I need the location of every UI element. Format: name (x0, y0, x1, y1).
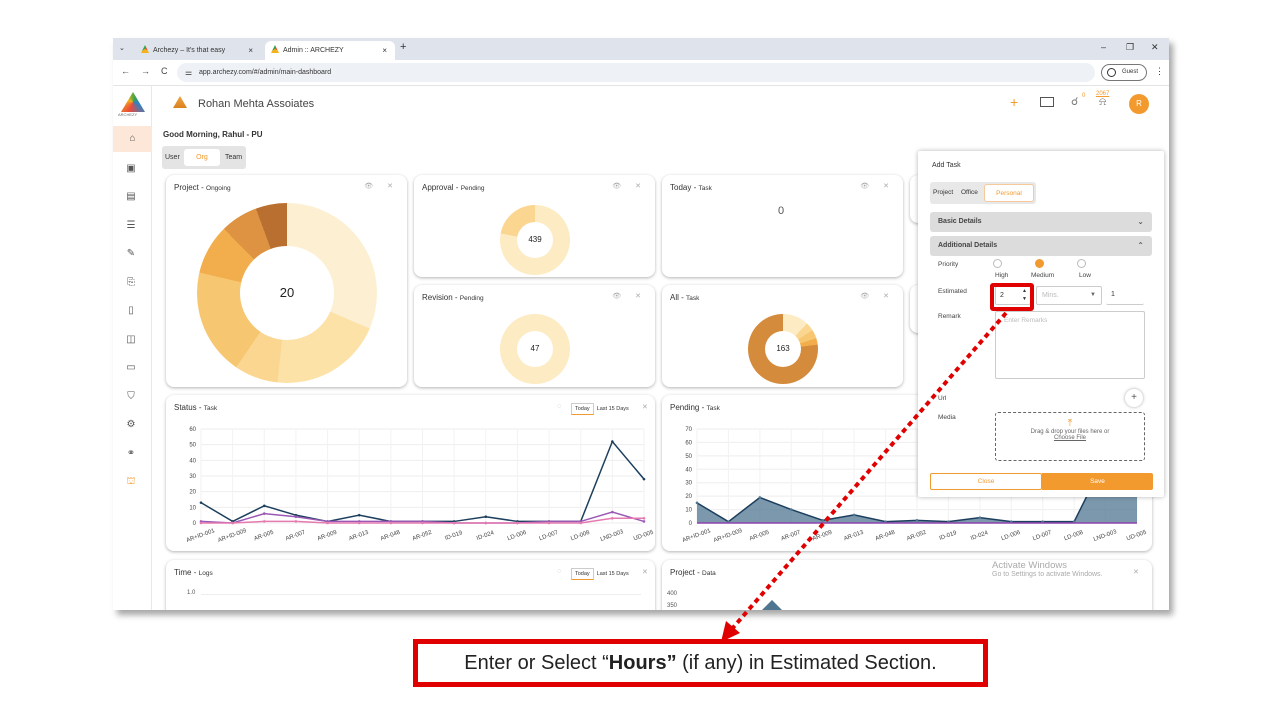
instruction-caption: Enter or Select “Hours” (if any) in Esti… (413, 639, 988, 687)
tutorial-slide: ⌄ Archezy – It's that easy × Admin :: AR… (0, 0, 1280, 720)
caption-prefix: Enter or Select “ (464, 652, 609, 674)
annotation-arrow (721, 311, 1008, 642)
caption-bold: Hours” (608, 652, 677, 674)
caption-suffix: (if any) in Estimated Section. (676, 652, 937, 674)
